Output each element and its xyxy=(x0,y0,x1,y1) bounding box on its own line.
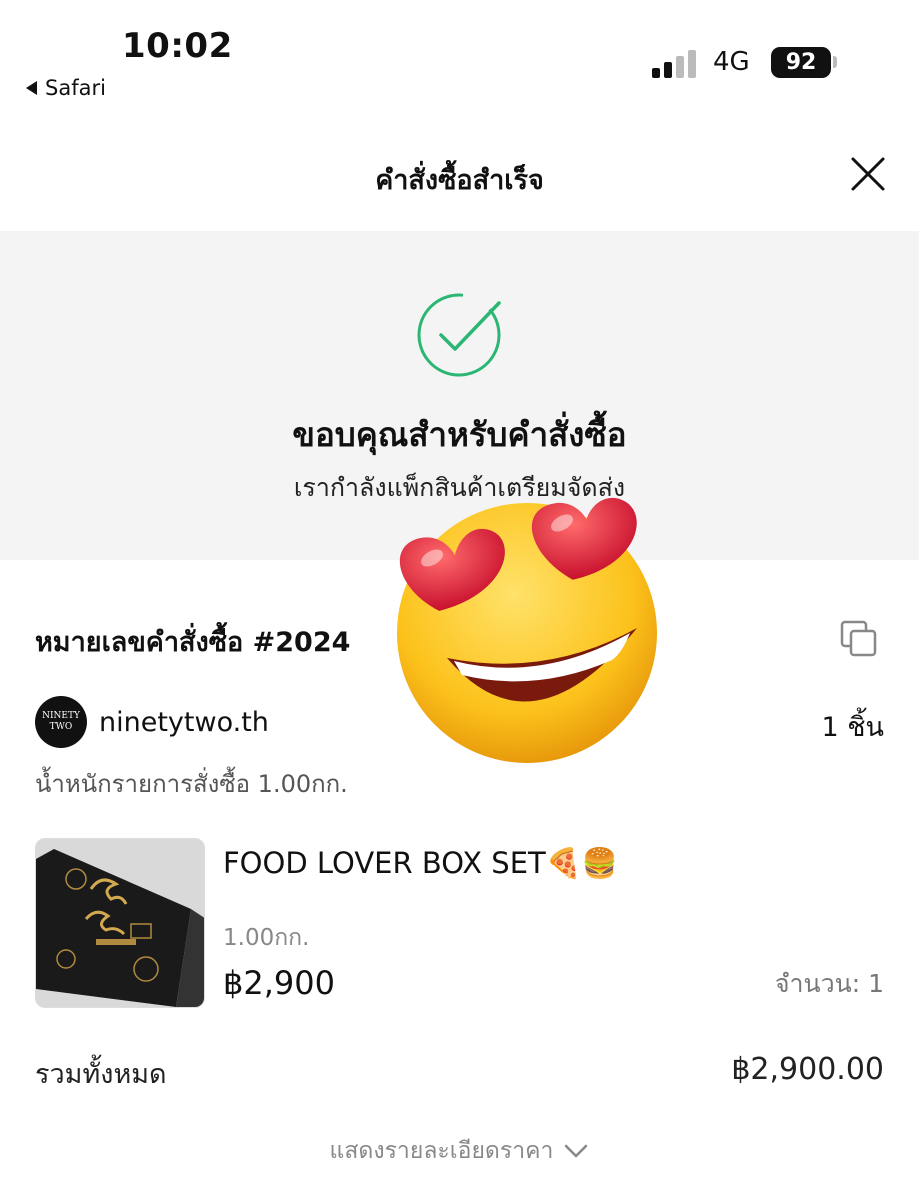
show-price-details-button[interactable]: แสดงรายละเอียดราคา xyxy=(0,1133,919,1169)
page-title: คำสั่งซื้อสำเร็จ xyxy=(375,165,544,196)
product-quantity: จำนวน: 1 xyxy=(774,969,884,998)
check-circle-icon xyxy=(417,293,501,377)
heart-eyes-emoji xyxy=(397,497,657,763)
product-box-image xyxy=(36,839,204,1007)
status-time: 10:02 xyxy=(122,26,233,66)
shop-name: ninetytwo.th xyxy=(99,706,269,738)
back-to-safari-button[interactable]: Safari xyxy=(26,76,106,100)
product-weight: 1.00กก. xyxy=(223,925,310,951)
total-label: รวมทั้งหมด xyxy=(35,1059,167,1090)
show-price-details-label: แสดงรายละเอียดราคา xyxy=(329,1138,554,1164)
back-app-label: Safari xyxy=(45,76,106,100)
copy-icon xyxy=(840,620,877,657)
cellular-signal-icon xyxy=(652,50,700,78)
piece-count: 1 ชิ้น xyxy=(821,712,884,743)
product-image[interactable] xyxy=(35,838,205,1008)
shop-row[interactable]: NINETY TWO ninetytwo.th xyxy=(35,696,269,748)
total-value: ฿2,900.00 xyxy=(731,1052,884,1087)
chevron-down-icon xyxy=(565,1144,588,1158)
close-icon xyxy=(851,157,885,191)
product-name[interactable]: FOOD LOVER BOX SET🍕🍔 xyxy=(223,846,618,881)
product-price: ฿2,900 xyxy=(223,964,335,1002)
network-type: 4G xyxy=(713,47,750,77)
back-arrow-icon xyxy=(26,81,37,95)
status-bar: 10:02 Safari 4G 92 xyxy=(0,0,919,110)
close-button[interactable] xyxy=(846,152,890,196)
shop-avatar: NINETY TWO xyxy=(35,696,87,748)
battery-level: 92 xyxy=(785,50,817,75)
battery-tip xyxy=(833,56,837,68)
order-number: หมายเลขคำสั่งซื้อ #2024 xyxy=(35,627,351,658)
success-title: ขอบคุณสำหรับคำสั่งซื้อ xyxy=(292,415,627,454)
copy-button[interactable] xyxy=(838,618,880,660)
order-weight: น้ำหนักรายการสั่งซื้อ 1.00กก. xyxy=(35,770,348,798)
battery-icon: 92 xyxy=(771,47,831,78)
